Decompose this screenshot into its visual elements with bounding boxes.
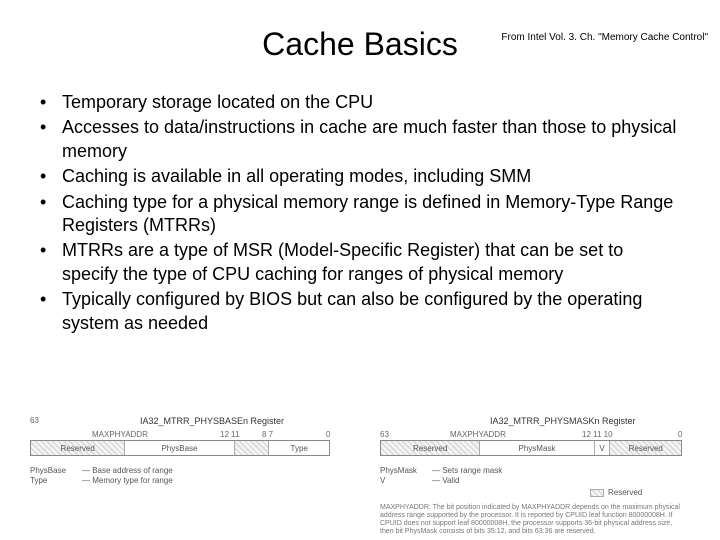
legend-desc: — Memory type for range — [82, 476, 173, 485]
physmask-title: IA32_MTRR_PHYSMASKn Register — [490, 416, 636, 426]
reserved-label: Reserved — [608, 488, 642, 497]
bit-label: MAXPHYADDR — [450, 430, 506, 439]
legend-desc: — Valid — [432, 476, 459, 485]
bit-label: 63 — [30, 416, 39, 425]
seg-reserved: Reserved — [381, 441, 480, 455]
bullet-item: Typically configured by BIOS but can als… — [36, 288, 684, 335]
bullet-list: Temporary storage located on the CPU Acc… — [36, 91, 684, 335]
legend-term: V — [380, 476, 428, 485]
legend-desc: — Base address of range — [82, 466, 173, 475]
source-note: From Intel Vol. 3. Ch. "Memory Cache Con… — [501, 32, 708, 43]
seg-physmask: PhysMask — [480, 441, 594, 455]
physmask-register-bar: Reserved PhysMask V Reserved — [380, 440, 682, 456]
seg-valid: V — [595, 441, 611, 455]
seg-reserved: Reserved — [31, 441, 125, 455]
legend-term: PhysBase — [30, 466, 78, 475]
bullet-item: MTRRs are a type of MSR (Model-Specific … — [36, 239, 684, 286]
bullet-item: Caching is available in all operating mo… — [36, 165, 684, 188]
reserved-key: Reserved — [590, 488, 642, 498]
maxphyaddr-footnote: MAXPHYADDR: The bit position indicated b… — [380, 504, 682, 536]
physbase-register-bar: Reserved PhysBase Type — [30, 440, 330, 456]
bullet-item: Temporary storage located on the CPU — [36, 91, 684, 114]
hatch-icon — [590, 489, 604, 497]
bit-label: 0 — [678, 430, 682, 439]
legend-term: PhysMask — [380, 466, 428, 475]
bit-label: 12 11 — [220, 430, 239, 439]
seg-type: Type — [269, 441, 329, 455]
bullet-item: Caching type for a physical memory range… — [36, 191, 684, 238]
bit-label: 8 7 — [262, 430, 273, 439]
legend-term: Type — [30, 476, 78, 485]
bullet-item: Accesses to data/instructions in cache a… — [36, 116, 684, 163]
physmask-legend: PhysMask — Sets range mask V — Valid — [380, 466, 502, 486]
bit-label: 0 — [326, 430, 330, 439]
bit-label: 12 11 10 — [582, 430, 613, 439]
physbase-title: IA32_MTRR_PHYSBASEn Register — [140, 416, 284, 426]
legend-desc: — Sets range mask — [432, 466, 502, 475]
seg-physbase: PhysBase — [125, 441, 234, 455]
bit-label: 63 — [380, 430, 389, 439]
physbase-legend: PhysBase — Base address of range Type — Me… — [30, 466, 173, 486]
seg-gap — [235, 441, 270, 455]
slide: From Intel Vol. 3. Ch. "Memory Cache Con… — [0, 26, 720, 540]
bit-label: MAXPHYADDR — [92, 430, 148, 439]
register-diagram: IA32_MTRR_PHYSBASEn Register 63 MAXPHYAD… — [30, 416, 690, 540]
seg-reserved: Reserved — [610, 441, 681, 455]
